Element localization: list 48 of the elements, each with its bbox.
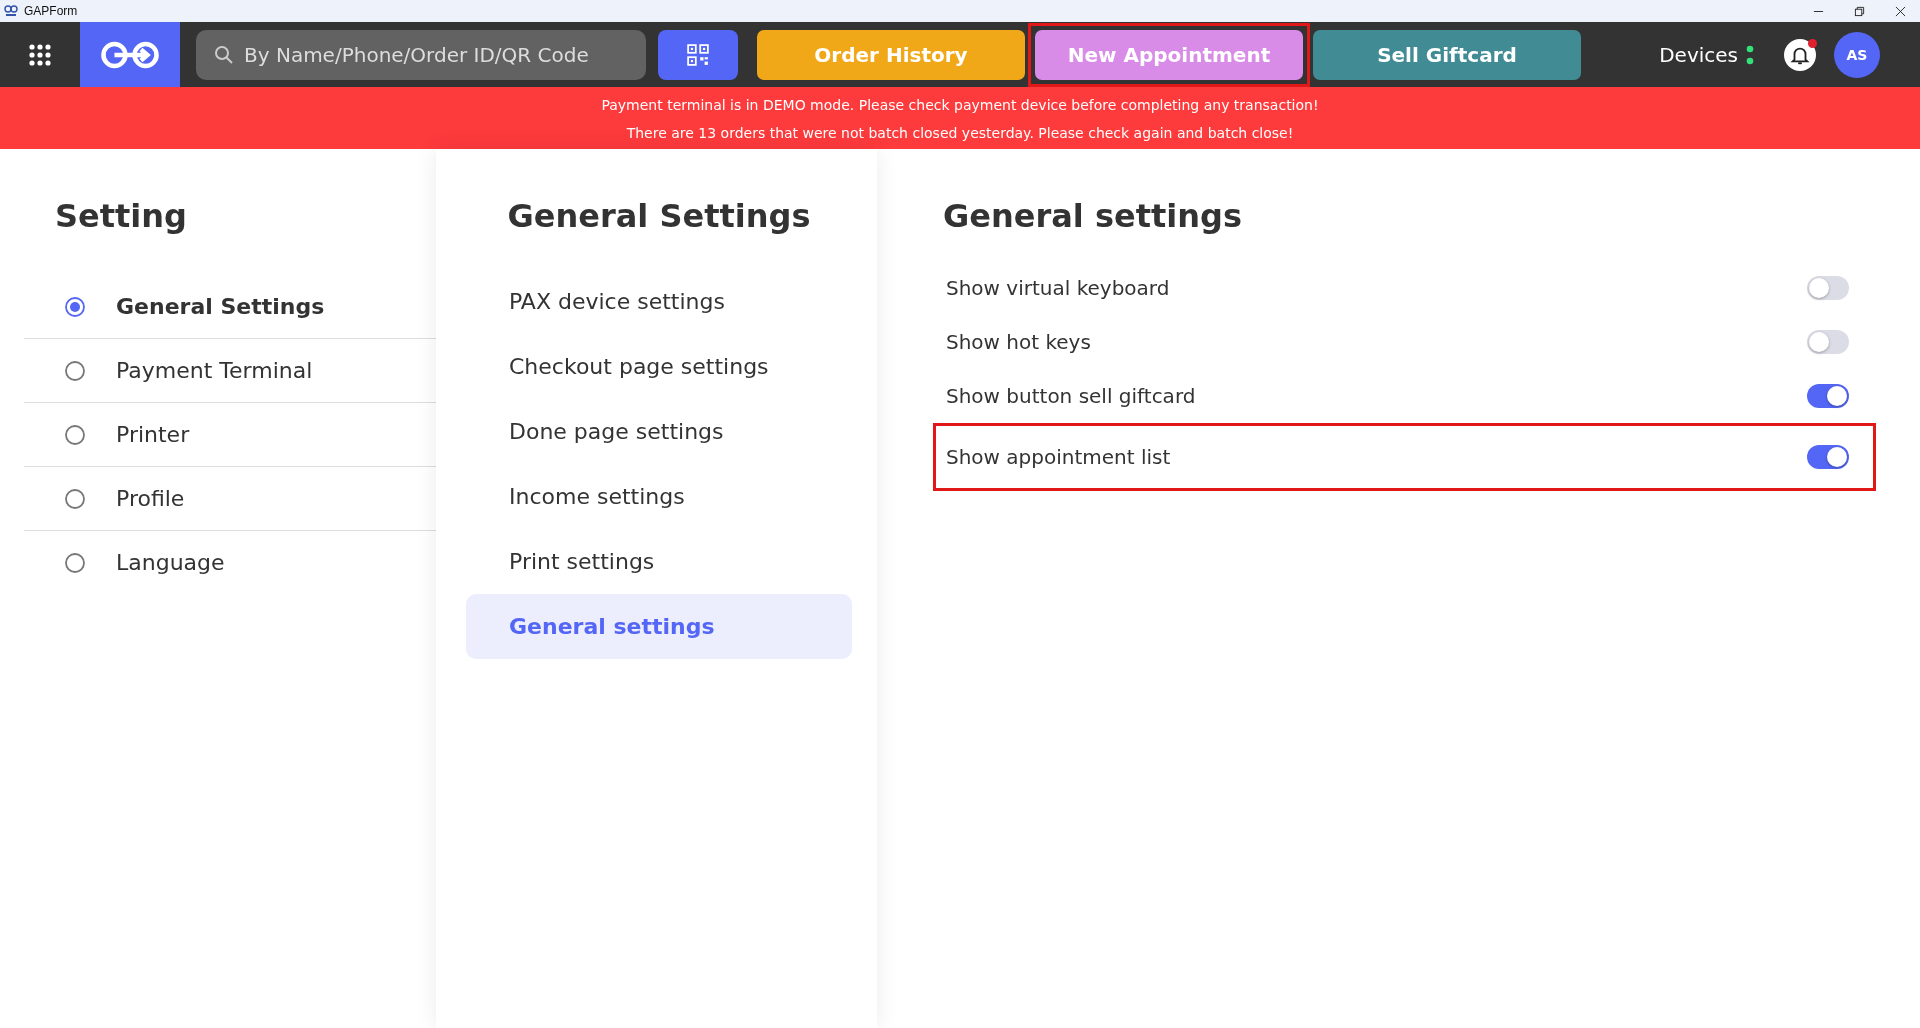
radio-icon[interactable] [64, 359, 86, 382]
sidebar-item[interactable]: General Settings [24, 275, 436, 339]
app-logo-icon [4, 5, 18, 17]
sidebar-item[interactable]: Payment Terminal [24, 339, 436, 403]
sidebar-title: Setting [55, 197, 188, 235]
search-field[interactable]: By Name/Phone/Order ID/QR Code [196, 29, 646, 80]
sidebar-item-label: Profile [116, 486, 185, 511]
submenu-item[interactable]: Checkout page settings [466, 334, 852, 399]
devices-label[interactable]: Devices [1659, 42, 1738, 67]
radio-selected-icon[interactable] [64, 295, 86, 318]
brand-logo[interactable] [80, 22, 180, 87]
sidebar-item-label: Payment Terminal [116, 358, 313, 383]
alert-message: There are 13 orders that were not batch closed yesterday. Please check again and batch close! [625, 124, 1295, 143]
setting-label: Show appointment list [946, 445, 1171, 469]
sidebar-item[interactable]: Profile [24, 467, 436, 531]
radio-icon[interactable] [64, 487, 86, 510]
alert-message: Payment terminal is in DEMO mode. Please check payment device before completing any transaction! [600, 96, 1320, 115]
sidebar-item-label: General Settings [116, 294, 325, 319]
sidebar-item-label: Printer [116, 422, 190, 447]
submenu-item[interactable]: Done page settings [466, 399, 852, 464]
qr-code-icon [687, 43, 709, 66]
window-title: GAPForm [24, 4, 78, 18]
radio-icon[interactable] [64, 551, 86, 574]
toggle-switch[interactable] [1807, 330, 1849, 354]
submenu-title: General Settings [506, 197, 812, 235]
radio-icon[interactable] [64, 423, 86, 446]
status-dots-icon [1746, 43, 1754, 66]
submenu-item[interactable]: Income settings [466, 464, 852, 529]
toggle-switch[interactable] [1807, 445, 1849, 469]
toggle-switch[interactable] [1807, 384, 1849, 408]
action-button[interactable]: Sell Giftcard [1313, 29, 1581, 80]
submenu-item[interactable]: General settings [466, 594, 852, 659]
toggle-switch[interactable] [1807, 276, 1849, 300]
setting-label: Show hot keys [946, 330, 1091, 354]
submenu-item[interactable]: Print settings [466, 529, 852, 594]
close-icon[interactable] [1895, 5, 1906, 17]
grid-icon [28, 42, 52, 67]
panel-title: General settings [943, 197, 1243, 235]
setting-label: Show virtual keyboard [946, 276, 1170, 300]
setting-label: Show button sell giftcard [946, 384, 1196, 408]
sidebar-item[interactable]: Language [24, 531, 436, 594]
submenu-item[interactable]: PAX device settings [466, 269, 852, 334]
qr-code-button[interactable] [658, 29, 738, 80]
sidebar-item[interactable]: Printer [24, 403, 436, 467]
sidebar-item-label: Language [116, 550, 225, 575]
restore-icon[interactable] [1854, 5, 1865, 17]
user-avatar[interactable]: AS [1834, 31, 1880, 78]
notification-button[interactable] [1784, 38, 1816, 71]
